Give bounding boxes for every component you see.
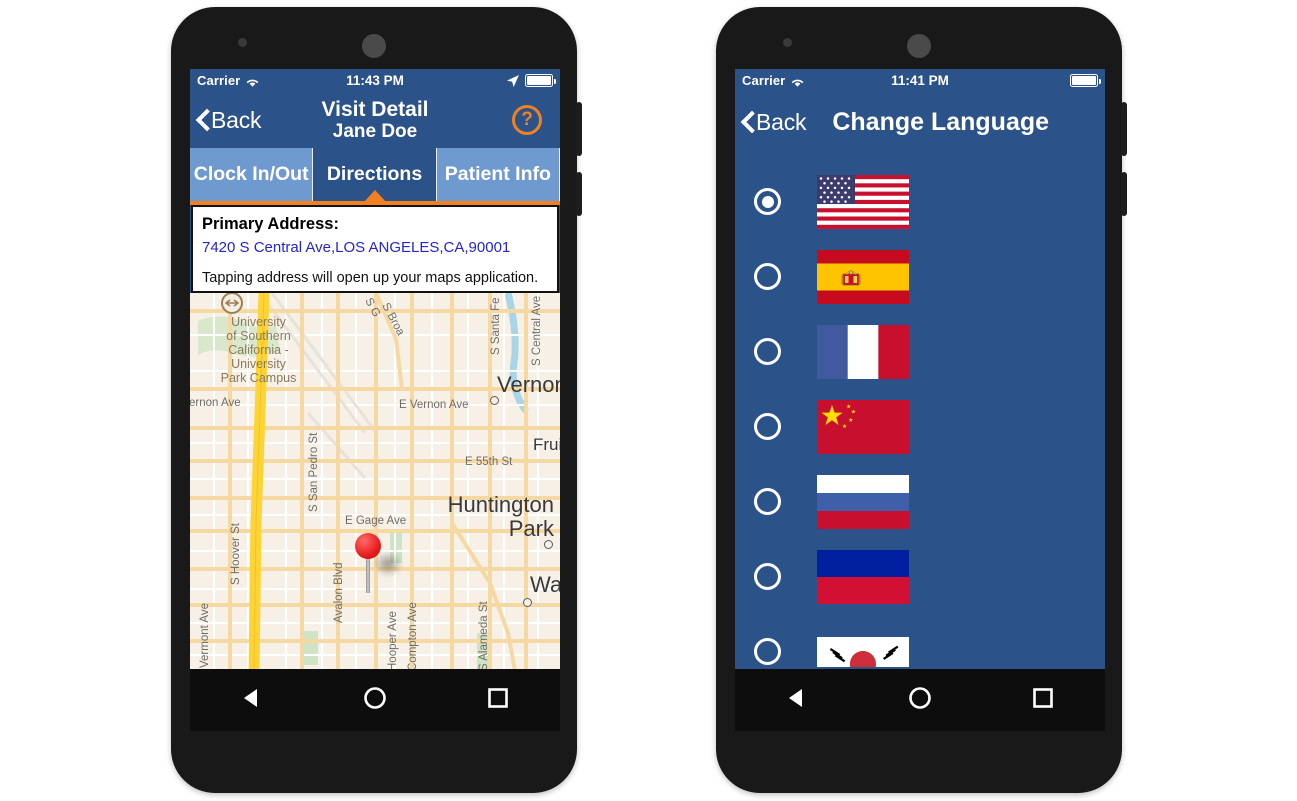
square-recents-icon[interactable]	[485, 685, 511, 716]
nav-bar-left: Back Visit Detail Jane Doe ?	[190, 92, 560, 148]
radio-button[interactable]	[754, 413, 781, 440]
tab-clock-in-out[interactable]: Clock In/Out	[190, 148, 314, 201]
back-label: Back	[211, 106, 262, 133]
tab-bar: Clock In/Out Directions Patient Info	[190, 148, 560, 202]
language-option-france[interactable]	[735, 314, 1105, 389]
radio-button[interactable]	[754, 488, 781, 515]
power-button[interactable]	[576, 102, 582, 156]
language-option-spain[interactable]	[735, 239, 1105, 314]
chevron-left-icon	[741, 111, 754, 133]
back-button[interactable]: Back	[741, 108, 807, 136]
circle-home-icon[interactable]	[907, 685, 933, 716]
earpiece-speaker	[907, 34, 931, 58]
back-label: Back	[756, 108, 807, 135]
status-bar-right: Carrier 11:41 PM	[735, 69, 1105, 92]
city-dot-icon	[544, 540, 553, 549]
south-korea-flag	[817, 636, 909, 667]
volume-button[interactable]	[576, 172, 582, 216]
tab-label: Patient Info	[444, 163, 551, 185]
language-option-china[interactable]	[735, 389, 1105, 464]
triangle-back-icon[interactable]	[239, 685, 265, 716]
radio-button-selected[interactable]	[754, 188, 781, 215]
screen-left: Carrier 11:43 PM Back Visit Detail Jane …	[190, 69, 560, 731]
active-tab-indicator-icon	[364, 190, 386, 202]
tab-label: Clock In/Out	[193, 163, 309, 185]
back-button[interactable]: Back	[196, 106, 262, 134]
square-recents-icon[interactable]	[1030, 685, 1056, 716]
android-nav-bar-left	[190, 669, 560, 731]
pin-head	[355, 533, 381, 559]
question-mark-circle-icon[interactable]: ?	[512, 105, 542, 135]
haiti-flag	[817, 549, 909, 604]
battery-full-icon	[1070, 74, 1102, 87]
radio-button[interactable]	[754, 338, 781, 365]
language-option-haiti[interactable]	[735, 539, 1105, 614]
spain-flag	[817, 249, 909, 304]
power-button[interactable]	[1121, 102, 1127, 156]
triangle-back-icon[interactable]	[784, 685, 810, 716]
status-time: 11:41 PM	[891, 73, 949, 88]
tab-label: Directions	[326, 163, 423, 185]
united-states-flag	[817, 174, 909, 229]
front-camera-icon	[783, 38, 792, 47]
status-time: 11:43 PM	[346, 73, 404, 88]
city-dot-icon	[490, 396, 499, 405]
language-list	[735, 152, 1105, 689]
language-option-russia[interactable]	[735, 464, 1105, 539]
france-flag	[817, 324, 909, 379]
china-flag	[817, 399, 909, 454]
address-link[interactable]: 7420 S Central Ave,LOS ANGELES,CA,90001	[202, 239, 548, 257]
map-view[interactable]: University of Southern California - Univers…	[190, 293, 560, 676]
pin-stem	[366, 553, 370, 593]
phone-left: Carrier 11:43 PM Back Visit Detail Jane …	[171, 7, 582, 793]
chevron-left-icon	[196, 109, 209, 131]
android-nav-bar-right	[735, 669, 1105, 731]
help-glyph: ?	[521, 109, 533, 130]
nav-bar-right: Back Change Language	[735, 92, 1105, 152]
front-camera-icon	[238, 38, 247, 47]
language-option-united-states[interactable]	[735, 164, 1105, 239]
tab-patient-info[interactable]: Patient Info	[436, 148, 560, 201]
radio-button[interactable]	[754, 638, 781, 665]
status-bar-left: Carrier 11:43 PM	[190, 69, 560, 92]
volume-button[interactable]	[1121, 172, 1127, 216]
city-dot-icon	[523, 598, 532, 607]
address-card-title: Primary Address:	[202, 215, 339, 233]
map-canvas	[190, 293, 560, 676]
russia-flag	[817, 474, 909, 529]
earpiece-speaker	[362, 34, 386, 58]
status-right-icons	[1070, 74, 1102, 87]
screen-right: Carrier 11:41 PM Back Change Language	[735, 69, 1105, 731]
circle-home-icon[interactable]	[362, 685, 388, 716]
address-hint: Tapping address will open up your maps a…	[202, 270, 539, 286]
radio-button[interactable]	[754, 563, 781, 590]
pin-shadow	[373, 551, 403, 577]
page-title: Change Language	[832, 107, 1050, 136]
radio-button[interactable]	[754, 263, 781, 290]
primary-address-card: Primary Address: 7420 S Central Ave,LOS …	[191, 205, 559, 293]
battery-full-icon	[525, 74, 557, 87]
phone-right: Carrier 11:41 PM Back Change Language	[716, 7, 1127, 793]
